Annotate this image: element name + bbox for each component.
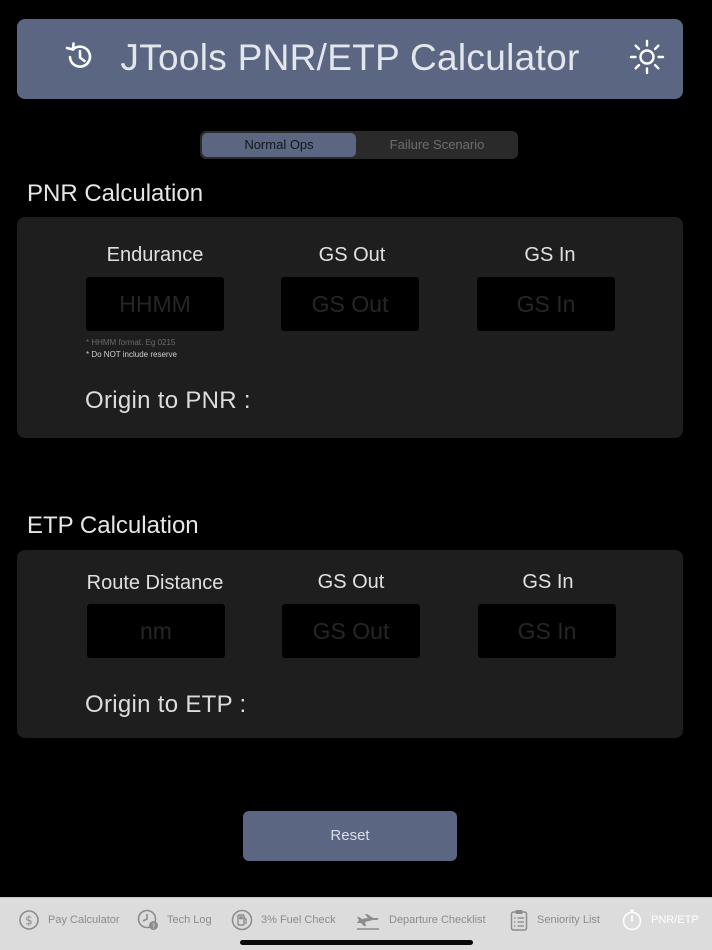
mode-segmented-control: Normal Ops Failure Scenario <box>200 131 518 159</box>
gs-out-label: GS Out <box>318 244 386 266</box>
tab-label: Pay Calculator <box>48 914 120 926</box>
etp-gs-in-input[interactable]: GS In <box>478 604 616 658</box>
etp-gs-out-input[interactable]: GS Out <box>282 604 420 658</box>
tab-departure-checklist[interactable]: Departure Checklist <box>355 898 486 942</box>
stopwatch-icon <box>621 909 643 931</box>
clipboard-list-icon <box>509 909 529 931</box>
home-indicator <box>240 940 473 945</box>
fuel-icon <box>231 909 253 931</box>
tab-label: Seniority List <box>537 914 600 926</box>
pnr-section-title: PNR Calculation <box>27 180 204 207</box>
tab-tech-log[interactable]: ? Tech Log <box>137 898 212 942</box>
tab-label: PNR/ETP <box>651 914 699 926</box>
route-distance-input[interactable]: nm <box>87 604 225 658</box>
page-title: JTools PNR/ETP Calculator <box>120 37 580 78</box>
tab-label: Tech Log <box>167 914 212 926</box>
tab-fuel-check[interactable]: 3% Fuel Check <box>231 898 336 942</box>
tab-label: Departure Checklist <box>389 914 486 926</box>
reserve-hint: * Do NOT include reserve <box>86 350 177 359</box>
etp-gs-out-label: GS Out <box>317 571 385 593</box>
etp-panel: Route Distance GS Out GS In nm GS Out GS… <box>17 550 683 738</box>
tab-label: 3% Fuel Check <box>261 914 336 926</box>
gs-in-label: GS In <box>524 244 576 266</box>
origin-to-pnr-result: Origin to PNR : <box>85 387 251 414</box>
etp-gs-in-label: GS In <box>522 571 574 593</box>
origin-to-etp-result: Origin to ETP : <box>85 691 247 718</box>
theme-button[interactable] <box>628 38 666 76</box>
sun-icon <box>629 39 665 75</box>
svg-text:?: ? <box>152 922 156 930</box>
route-distance-label: Route Distance <box>86 572 224 594</box>
pnr-panel: Endurance GS Out GS In HHMM GS Out GS In… <box>17 217 683 438</box>
airplane-departure-icon <box>355 909 381 931</box>
tab-seniority-list[interactable]: Seniority List <box>509 898 600 942</box>
endurance-label: Endurance <box>106 244 204 266</box>
segment-normal-ops[interactable]: Normal Ops <box>202 133 356 157</box>
pnr-gs-out-input[interactable]: GS Out <box>281 277 419 331</box>
segment-failure-scenario[interactable]: Failure Scenario <box>358 133 516 157</box>
hhmm-format-hint: * HHMM format. Eg 0215 <box>86 338 176 347</box>
app-header: JTools PNR/ETP Calculator <box>17 19 683 99</box>
svg-text:$: $ <box>25 914 33 928</box>
dollar-circle-icon: $ <box>18 909 40 931</box>
etp-section-title: ETP Calculation <box>27 512 199 539</box>
tab-pay-calculator[interactable]: $ Pay Calculator <box>18 898 120 942</box>
tab-pnr-etp[interactable]: PNR/ETP <box>621 898 699 942</box>
endurance-input[interactable]: HHMM <box>86 277 224 331</box>
pnr-gs-in-input[interactable]: GS In <box>477 277 615 331</box>
reset-button[interactable]: Reset <box>243 811 457 861</box>
clock-question-icon: ? <box>137 909 159 931</box>
